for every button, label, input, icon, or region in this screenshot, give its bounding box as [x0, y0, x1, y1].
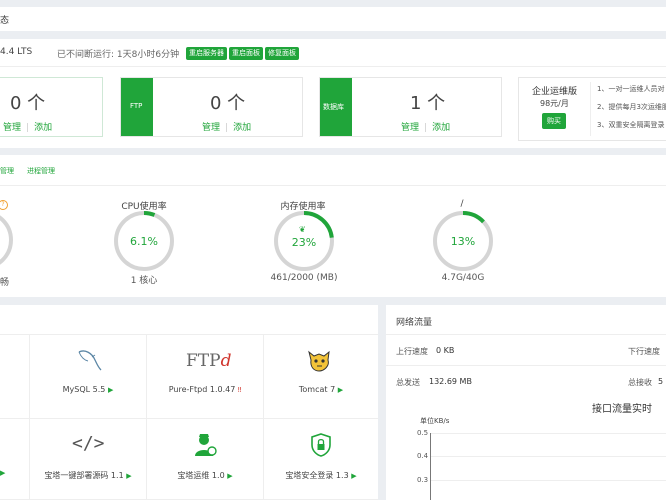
software-name-deploy: 宝塔一键部署源码 1.1 — [44, 471, 124, 480]
load-gauge-label: 畅 — [0, 278, 10, 288]
total-sent-label: 总发送 — [396, 378, 420, 387]
database-add-link[interactable]: 添加 — [432, 123, 450, 133]
ftp-add-link[interactable]: 添加 — [233, 123, 251, 133]
mysql-icon — [78, 350, 102, 371]
ftp-stat-card: FTP 0 个 管理 | 添加 — [120, 77, 303, 137]
site-manage-link[interactable]: 管理 — [3, 123, 21, 133]
upload-speed-label: 上行速度 — [396, 347, 428, 356]
chart-y-axis — [430, 433, 431, 500]
ftp-card-label-block: FTP — [121, 78, 153, 136]
software-cell-deploy[interactable]: </> 宝塔一键部署源码 1.1 ▶ — [30, 419, 147, 500]
ops-icon — [195, 434, 217, 456]
load-help-icon[interactable]: ? — [0, 200, 8, 210]
restart-panel-button[interactable]: 重启面板 — [229, 47, 263, 60]
promo-divider — [590, 82, 591, 136]
top-title-bar: 态 — [0, 7, 666, 31]
code-icon: </> — [72, 433, 105, 454]
database-card-label-block: 数据库 — [320, 78, 352, 136]
enterprise-promo-card: 企业运维版 98元/月 购买 1、一对一运维人员对 2、提供每月3次运维服 3、… — [518, 77, 666, 141]
ftp-card-label: FTP — [130, 102, 143, 110]
software-cell-secure-login[interactable]: 宝塔安全登录 1.3 ▶ — [264, 419, 378, 500]
software-cell-tomcat[interactable]: Tomcat 7 ▶ — [264, 335, 378, 419]
total-received-value: 5 — [658, 377, 664, 386]
database-manage-link[interactable]: 管理 — [401, 123, 419, 133]
overview-panel: 4.4 LTS 已不间断运行: 1天8小时6分钟 重启服务器 重启面板 修复面板 0… — [0, 39, 666, 148]
software-name-pureftpd: Pure-Ftpd 1.0.47 — [168, 385, 236, 394]
network-title: 网络流量 — [396, 318, 433, 328]
disk-gauge-value: 13% — [450, 235, 476, 248]
repair-panel-button[interactable]: 修复面板 — [265, 47, 299, 60]
partial-status-flag: ▶ — [0, 469, 6, 477]
site-add-link[interactable]: 添加 — [34, 123, 52, 133]
ftp-manage-link[interactable]: 管理 — [202, 123, 220, 133]
software-name-mysql: MySQL 5.5 — [62, 385, 106, 394]
traffic-chart-area: 0.5 0.4 0.3 — [386, 425, 666, 500]
software-cell-pureftpd[interactable]: FTPd Pure-Ftpd 1.0.47 ‼ — [147, 335, 264, 419]
total-received-label: 总接收 — [628, 378, 652, 387]
site-stat-card: 0 个 管理 | 添加 — [0, 77, 103, 137]
os-version: 4.4 LTS — [0, 47, 33, 57]
promo-buy-button[interactable]: 购买 — [542, 113, 566, 129]
ftp-icon: FTPd — [186, 351, 232, 371]
network-header: 网络流量 — [386, 305, 666, 335]
traffic-chart-title: 接口流量实时 — [592, 404, 652, 415]
ytick-label: 0.3 — [417, 476, 429, 484]
ftp-count: 0 个 — [210, 93, 246, 114]
database-card-label: 数据库 — [323, 103, 344, 111]
memory-leaf-icon: ❦ — [299, 225, 306, 234]
memory-gauge-sub: 461/2000 (MB) — [270, 273, 338, 283]
software-name-tomcat: Tomcat 7 — [298, 385, 336, 394]
upload-speed-value: 0 KB — [436, 346, 455, 355]
promo-feature-2: 2、提供每月3次运维服 — [597, 103, 666, 111]
database-count: 1 个 — [410, 93, 446, 114]
promo-price: 98元/月 — [540, 99, 569, 108]
tab-manage[interactable]: 管理 — [0, 166, 14, 176]
mysql-status-flag: ▶ — [107, 386, 114, 394]
software-header — [0, 305, 378, 335]
uptime-text: 已不间断运行: 1天8小时6分钟 — [57, 50, 180, 60]
system-info-row: 4.4 LTS 已不间断运行: 1天8小时6分钟 重启服务器 重启面板 修复面板 — [0, 39, 666, 67]
status-panel: 管理 进程管理 ? 畅 CPU使用率 6.1% 1 核心 内存使用率 ❦ 23%… — [0, 155, 666, 297]
pureftpd-status-flag: ‼ — [237, 386, 242, 394]
software-cell-partial-2[interactable]: ▶ — [0, 419, 30, 500]
promo-feature-1: 1、一对一运维人员对 — [597, 85, 665, 93]
cpu-gauge-sub: 1 核心 — [130, 276, 158, 286]
secure-login-status-flag: ▶ — [351, 472, 357, 480]
shield-lock-icon — [311, 433, 331, 457]
promo-title: 企业运维版 — [532, 87, 578, 97]
download-speed-label: 下行速度 — [628, 347, 660, 356]
software-cell-partial-1[interactable] — [0, 335, 30, 419]
promo-feature-3: 3、双重安全隔离登录 — [597, 121, 665, 129]
software-panel: MySQL 5.5 ▶ FTPd Pure-Ftpd 1.0.47 ‼ Tomc… — [0, 305, 378, 500]
network-panel: 网络流量 上行速度 0 KB 下行速度 总发送 132.69 MB 总接收 5 … — [386, 305, 666, 500]
software-name-secure-login: 宝塔安全登录 1.3 — [285, 471, 349, 480]
tomcat-status-flag: ▶ — [337, 386, 344, 394]
software-cell-mysql[interactable]: MySQL 5.5 ▶ — [30, 335, 147, 419]
software-cell-ops[interactable]: 宝塔运维 1.0 ▶ — [147, 419, 264, 500]
network-divider — [386, 365, 666, 366]
cpu-gauge-value: 6.1% — [130, 235, 158, 248]
ops-status-flag: ▶ — [227, 472, 233, 480]
total-sent-value: 132.69 MB — [429, 377, 472, 386]
load-gauge — [0, 215, 13, 265]
disk-gauge-sub: 4.7G/40G — [441, 273, 485, 283]
chart-gridline — [431, 480, 666, 481]
status-tabs: 管理 进程管理 — [0, 155, 666, 186]
database-stat-card: 数据库 1 个 管理 | 添加 — [319, 77, 502, 137]
page-title: 态 — [0, 16, 10, 26]
site-count: 0 个 — [10, 93, 46, 114]
ytick-label: 0.4 — [417, 452, 429, 460]
tab-process-manage[interactable]: 进程管理 — [27, 166, 55, 176]
restart-server-button[interactable]: 重启服务器 — [186, 47, 227, 60]
ytick-label: 0.5 — [417, 429, 429, 437]
memory-gauge-value: 23% — [291, 236, 317, 249]
chart-gridline — [431, 433, 666, 434]
deploy-status-flag: ▶ — [126, 472, 132, 480]
software-name-ops: 宝塔运维 1.0 — [177, 471, 225, 480]
tomcat-icon — [308, 350, 330, 372]
chart-gridline — [431, 456, 666, 457]
